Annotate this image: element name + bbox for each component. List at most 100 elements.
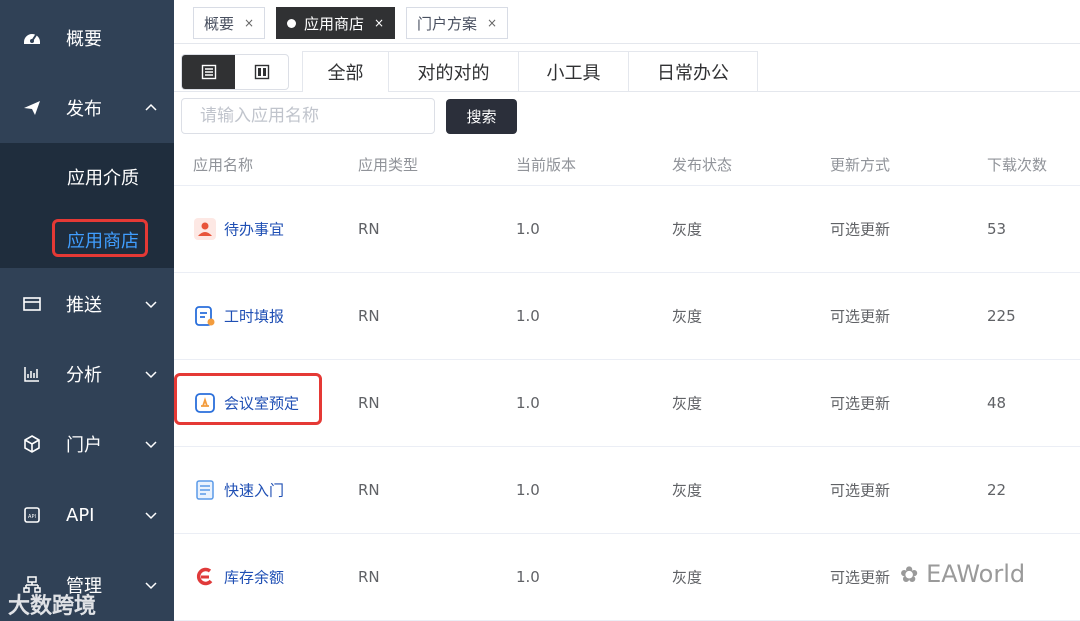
sidebar-item-label: 门户	[66, 435, 102, 456]
column-header: 发布状态	[672, 156, 733, 174]
app-downloads: 22	[987, 481, 1007, 499]
timesheet-app-icon	[195, 306, 215, 326]
todo-app-icon	[194, 218, 216, 240]
active-dot-icon	[287, 18, 296, 28]
app-status: 灰度	[672, 481, 703, 500]
column-header: 下载次数	[987, 156, 1048, 174]
table-row: 工时填报 RN 1.0 灰度 可选更新 225	[174, 273, 1080, 360]
chevron-down-icon	[145, 512, 157, 520]
highlight-box	[174, 373, 322, 425]
watermark-right: ✿ EAWorld	[900, 560, 1025, 588]
app-update-mode: 可选更新	[830, 568, 891, 587]
search-input[interactable]	[181, 98, 435, 134]
app-version: 1.0	[516, 220, 540, 238]
tab-all[interactable]: 全部	[303, 52, 389, 92]
app-name-link[interactable]: 快速入门	[224, 480, 284, 501]
app-update-mode: 可选更新	[830, 394, 891, 413]
tags-view: 概要 × 应用商店 × 门户方案 ×	[174, 0, 1080, 44]
watermark-text: EAWorld	[926, 560, 1026, 588]
dashboard-icon	[24, 34, 40, 44]
app-update-mode: 可选更新	[830, 220, 891, 239]
sidebar-item-label: 推送	[66, 295, 102, 316]
app-status: 灰度	[672, 568, 703, 587]
app-type: RN	[358, 481, 380, 499]
sidebar-item-push[interactable]: 推送	[0, 269, 174, 339]
grid-icon	[254, 64, 269, 80]
api-icon: API	[24, 507, 40, 523]
app-name-link[interactable]: 工时填报	[224, 306, 284, 327]
app-downloads: 48	[987, 394, 1007, 412]
app-version: 1.0	[516, 481, 540, 499]
app-name-link[interactable]: 库存余额	[224, 567, 284, 588]
close-icon[interactable]: ×	[244, 16, 254, 30]
tab-daily-office[interactable]: 日常办公	[629, 52, 757, 92]
sidebar-item-api[interactable]: API API	[0, 480, 174, 550]
app-update-mode: 可选更新	[830, 307, 891, 326]
chevron-up-icon	[145, 103, 157, 111]
view-toggle	[181, 54, 289, 90]
column-header: 应用名称	[193, 156, 254, 174]
app-version: 1.0	[516, 568, 540, 586]
close-icon[interactable]: ×	[374, 16, 384, 30]
sidebar-item-label: API	[66, 504, 95, 526]
tag-overview[interactable]: 概要 ×	[193, 7, 266, 39]
sidebar: 概要 发布 应用介质 应用商店 推送 分析 门户 API API 管理 大数跨境	[0, 0, 174, 621]
tag-app-store[interactable]: 应用商店 ×	[276, 7, 396, 39]
sidebar-item-label: 分析	[66, 365, 102, 386]
table-row: 会议室预定 RN 1.0 灰度 可选更新 48	[174, 360, 1080, 447]
app-name-link[interactable]: 待办事宜	[224, 219, 284, 240]
chevron-down-icon	[145, 582, 157, 590]
table-header: 应用名称 应用类型 当前版本 发布状态 更新方式 下载次数	[174, 142, 1080, 186]
highlight-box	[52, 219, 148, 257]
app-type: RN	[358, 394, 380, 412]
chevron-down-icon	[145, 371, 157, 379]
tag-label: 门户方案	[417, 14, 478, 33]
app-type: RN	[358, 220, 380, 238]
send-icon	[24, 101, 40, 115]
wechat-icon: ✿	[900, 563, 919, 588]
svg-text:API: API	[28, 514, 36, 520]
chart-icon	[24, 367, 39, 382]
app-version: 1.0	[516, 394, 540, 412]
app-status: 灰度	[672, 394, 703, 413]
sidebar-item-publish[interactable]: 发布	[0, 73, 174, 143]
app-downloads: 53	[987, 220, 1007, 238]
inventory-app-icon	[196, 567, 213, 586]
tag-label: 概要	[204, 14, 235, 33]
submenu-publish: 应用介质 应用商店	[0, 143, 174, 268]
list-view-button[interactable]	[182, 55, 235, 89]
column-header: 应用类型	[358, 156, 419, 174]
card-view-button[interactable]	[235, 55, 288, 89]
sidebar-item-overview[interactable]: 概要	[0, 3, 174, 73]
watermark-left: 大数跨境	[8, 594, 97, 619]
push-icon	[23, 297, 41, 311]
tag-portal-scheme[interactable]: 门户方案 ×	[406, 7, 509, 39]
chevron-down-icon	[145, 441, 157, 449]
cube-icon	[24, 435, 40, 453]
app-update-mode: 可选更新	[830, 481, 891, 500]
sidebar-item-label: 发布	[66, 99, 102, 120]
tab-duidedui[interactable]: 对的对的	[389, 52, 519, 92]
app-type: RN	[358, 307, 380, 325]
chevron-down-icon	[145, 301, 157, 309]
tag-label: 应用商店	[304, 14, 365, 33]
sidebar-item-portal[interactable]: 门户	[0, 409, 174, 479]
close-icon[interactable]: ×	[487, 16, 497, 30]
category-tabs: 全部 对的对的 小工具 日常办公	[302, 51, 758, 92]
tab-tools[interactable]: 小工具	[519, 52, 629, 92]
table-row: 快速入门 RN 1.0 灰度 可选更新 22	[174, 447, 1080, 534]
app-version: 1.0	[516, 307, 540, 325]
list-icon	[201, 64, 216, 80]
quickstart-app-icon	[196, 480, 214, 500]
table-row: 待办事宜 RN 1.0 灰度 可选更新 53	[174, 186, 1080, 273]
app-downloads: 225	[987, 307, 1016, 325]
column-header: 更新方式	[830, 156, 891, 174]
app-status: 灰度	[672, 307, 703, 326]
sidebar-item-analysis[interactable]: 分析	[0, 339, 174, 409]
app-status: 灰度	[672, 220, 703, 239]
app-type: RN	[358, 568, 380, 586]
column-header: 当前版本	[516, 156, 577, 174]
sidebar-item-label: 概要	[66, 29, 102, 50]
search-button[interactable]: 搜索	[446, 99, 517, 134]
submenu-item-app-media[interactable]: 应用介质	[67, 164, 139, 190]
